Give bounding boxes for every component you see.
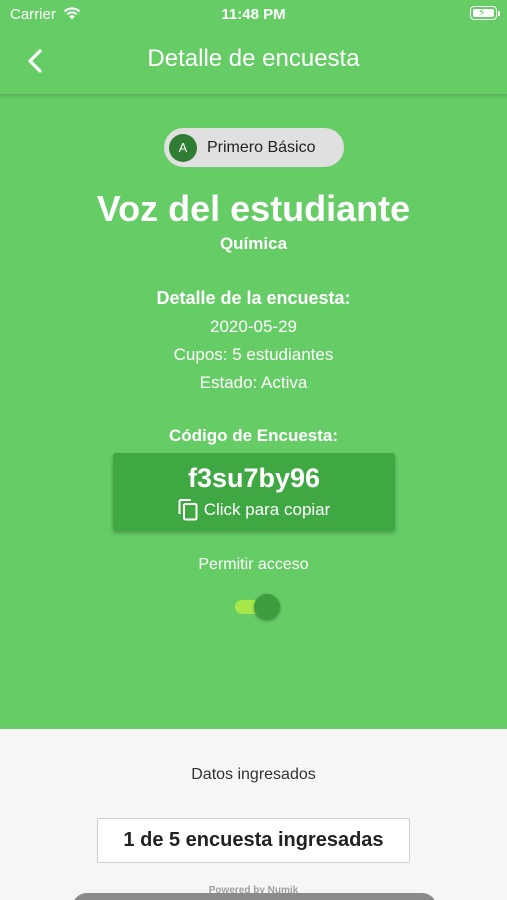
access-label: Permitir acceso [198, 556, 309, 573]
copy-label: Click para copiar [203, 500, 331, 519]
page-title: Detalle de encuesta [147, 45, 360, 72]
detail-heading: Detalle de la encuesta: [156, 288, 351, 308]
copy-row: Click para copiar [113, 499, 395, 521]
course-avatar: A [169, 133, 197, 162]
code-heading: Código de Encuesta: [168, 426, 339, 445]
navigation-bar: Detalle de encuesta [0, 28, 507, 94]
survey-slots: Cupos: 5 estudiantes [173, 345, 334, 364]
clock: 11:48 PM [221, 6, 286, 23]
survey-subject: Química [219, 234, 288, 253]
course-chip: A Primero Básico [164, 128, 344, 167]
survey-code: f3su7by96 [187, 463, 321, 493]
access-toggle[interactable] [233, 594, 280, 620]
toggle-knob [254, 594, 280, 620]
status-bar: Carrier 11:48 PM ⚡ [0, 0, 507, 28]
copy-icon [178, 499, 198, 521]
battery-charging-icon: ⚡ [470, 6, 500, 20]
survey-status: Estado: Activa [199, 373, 308, 392]
course-label: Primero Básico [207, 138, 316, 156]
results-count: 1 de 5 encuesta ingresadas [97, 818, 410, 863]
survey-title: Voz del estudiante [96, 188, 411, 229]
copy-code-button[interactable]: f3su7by96 Click para copiar [113, 453, 395, 531]
bottom-action-bar[interactable] [72, 893, 437, 900]
results-label: Datos ingresados [191, 766, 316, 783]
survey-date: 2020-05-29 [210, 317, 297, 336]
